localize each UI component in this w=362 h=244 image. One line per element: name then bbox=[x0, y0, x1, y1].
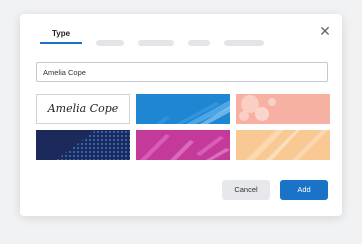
tab-placeholder-4[interactable] bbox=[224, 40, 264, 46]
background-swatch-pink-splash[interactable] bbox=[236, 94, 330, 124]
magenta-brush-texture bbox=[136, 130, 230, 160]
tab-type-label: Type bbox=[51, 29, 71, 38]
signature-preview-swatch[interactable]: Amelia Cope bbox=[36, 94, 130, 124]
add-button[interactable]: Add bbox=[280, 180, 328, 200]
tab-placeholder-1[interactable] bbox=[96, 40, 124, 46]
active-tab-indicator bbox=[40, 42, 82, 44]
signature-text-input[interactable] bbox=[36, 62, 328, 82]
blue-brush-texture bbox=[136, 94, 230, 124]
tab-placeholder-3[interactable] bbox=[188, 40, 210, 46]
navy-dots-texture bbox=[36, 130, 130, 160]
tab-type[interactable]: Type bbox=[40, 26, 82, 46]
tab-placeholder-2[interactable] bbox=[138, 40, 174, 46]
cancel-button[interactable]: Cancel bbox=[222, 180, 270, 200]
background-swatch-navy-dots[interactable] bbox=[36, 130, 130, 160]
background-swatch-orange-brush[interactable] bbox=[236, 130, 330, 160]
background-swatch-magenta-brush[interactable] bbox=[136, 130, 230, 160]
signature-preview-text: Amelia Cope bbox=[47, 102, 119, 115]
pink-splash-texture bbox=[236, 94, 330, 124]
tab-bar: Type bbox=[40, 26, 280, 46]
background-swatch-blue-brush[interactable] bbox=[136, 94, 230, 124]
orange-brush-texture bbox=[236, 130, 330, 160]
close-icon[interactable]: ✕ bbox=[318, 24, 332, 38]
signature-dialog: Type ✕ Amelia Cope Amelia Cope Cancel Ad… bbox=[20, 14, 342, 216]
